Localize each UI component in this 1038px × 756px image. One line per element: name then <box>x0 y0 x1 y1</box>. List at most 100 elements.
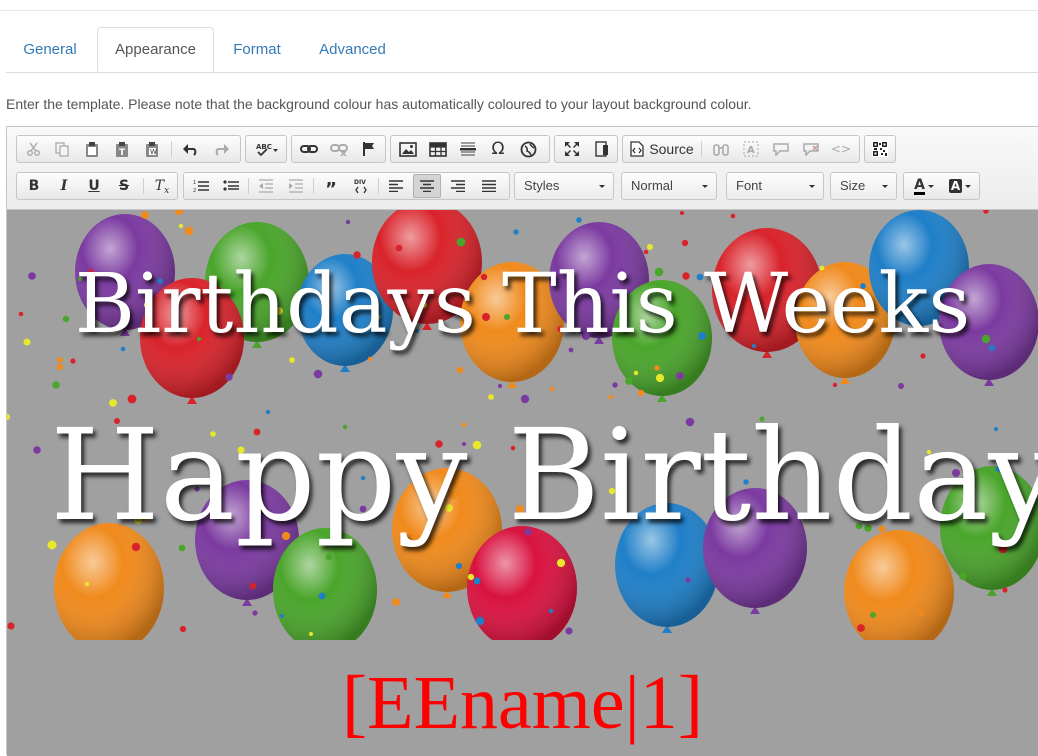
confetti-dot <box>7 622 15 630</box>
confetti-dot <box>612 382 618 388</box>
svg-text:W: W <box>150 148 157 156</box>
align-left-icon[interactable] <box>382 174 410 198</box>
svg-text:T: T <box>119 148 126 158</box>
size-dropdown[interactable]: Size <box>830 172 897 200</box>
view-group <box>554 135 618 163</box>
svg-text:1: 1 <box>193 180 196 186</box>
confetti-dot <box>249 582 257 590</box>
select-all-icon[interactable]: A <box>737 137 765 161</box>
confetti-dot <box>7 413 11 421</box>
blockquote-icon[interactable]: ” <box>317 174 345 200</box>
remove-format-icon[interactable]: Tx <box>148 174 176 198</box>
confetti-dot <box>289 357 295 363</box>
confetti-dot <box>513 229 519 235</box>
tab-bar: General Appearance Format Advanced <box>6 27 1038 73</box>
cut-icon[interactable] <box>21 137 47 161</box>
basic-styles-group: B I U S Tx <box>16 172 178 200</box>
find-icon[interactable] <box>707 137 735 161</box>
unlink-icon[interactable] <box>325 137 353 161</box>
paste-icon[interactable] <box>79 137 105 161</box>
employee-name-placeholder: [EEname|1] <box>341 661 704 745</box>
confetti-dot <box>920 353 926 359</box>
create-placeholder-icon[interactable] <box>767 137 795 161</box>
bulleted-list-icon[interactable] <box>217 174 245 198</box>
confetti-dot <box>455 562 463 570</box>
confetti-dot <box>643 249 649 255</box>
tab-general[interactable]: General <box>6 27 94 72</box>
confetti-dot <box>70 358 76 364</box>
confetti-dot <box>141 211 149 219</box>
confetti-dot <box>676 372 684 380</box>
confetti-dot <box>345 219 351 225</box>
table-icon[interactable] <box>424 137 452 161</box>
redo-icon[interactable] <box>207 137 235 161</box>
qr-code-icon[interactable] <box>868 137 892 161</box>
background-color-button[interactable]: A <box>942 174 978 198</box>
separator <box>143 178 144 194</box>
styles-dropdown-value: Styles <box>524 178 560 193</box>
show-blocks-icon[interactable] <box>588 137 616 161</box>
special-char-icon[interactable]: Ω <box>484 137 512 161</box>
align-center-icon[interactable] <box>413 174 441 198</box>
chevron-down-icon <box>882 185 888 188</box>
confetti-dot <box>52 381 60 389</box>
horizontal-line-icon[interactable] <box>454 137 482 161</box>
confetti-dot <box>680 211 684 215</box>
tab-advanced[interactable]: Advanced <box>302 27 403 72</box>
top-divider <box>0 10 1038 11</box>
numbered-list-icon[interactable]: 12 <box>187 174 215 198</box>
strikethrough-icon[interactable]: S <box>110 174 138 198</box>
confetti-dot <box>1002 587 1008 593</box>
tab-format[interactable]: Format <box>217 27 297 72</box>
bold-icon[interactable]: B <box>20 174 48 198</box>
format-dropdown[interactable]: Normal <box>621 172 717 200</box>
chevron-down-icon <box>809 185 815 188</box>
confetti-dot <box>633 370 639 376</box>
maximize-icon[interactable] <box>558 137 586 161</box>
confetti-dot <box>456 237 466 247</box>
spellcheck-icon[interactable]: ABC <box>249 137 285 161</box>
editor-toolbar: T W ABC Ω Source A <> B I U S T x 1 2 ” … <box>7 127 1038 210</box>
editor-content-area[interactable]: Birthdays This Weeks Happy Birthday [EEn… <box>7 210 1038 756</box>
create-div-icon[interactable]: DIV <box>347 174 375 198</box>
underline-icon[interactable]: U <box>80 174 108 198</box>
confetti-dot <box>392 598 400 606</box>
colors-group: A A <box>903 172 980 200</box>
confetti-dot <box>608 394 614 400</box>
chevron-down-icon <box>702 185 708 188</box>
decrease-indent-icon[interactable] <box>252 174 280 198</box>
italic-icon[interactable]: I <box>50 174 78 198</box>
confetti-dot <box>318 592 326 600</box>
confetti-dot <box>488 394 494 400</box>
confetti-dot <box>56 363 64 371</box>
remove-placeholder-icon[interactable] <box>797 137 825 161</box>
anchor-flag-icon[interactable] <box>355 137 383 161</box>
text-color-icon: A <box>914 176 925 195</box>
size-dropdown-value: Size <box>840 178 866 193</box>
increase-indent-icon[interactable] <box>282 174 310 198</box>
paste-word-icon[interactable]: W <box>139 137 165 161</box>
link-icon[interactable] <box>295 137 323 161</box>
code-snippet-icon[interactable]: <> <box>827 137 855 161</box>
tab-appearance[interactable]: Appearance <box>97 27 214 72</box>
styles-dropdown[interactable]: Styles <box>514 172 614 200</box>
paste-text-icon[interactable]: T <box>109 137 135 161</box>
confetti-dot <box>730 213 736 219</box>
justify-icon[interactable] <box>475 174 503 198</box>
text-color-button[interactable]: A <box>906 174 942 198</box>
undo-icon[interactable] <box>177 137 205 161</box>
copy-icon[interactable] <box>49 137 75 161</box>
confetti-dot <box>898 383 904 389</box>
source-button[interactable]: Source <box>626 137 698 161</box>
font-dropdown[interactable]: Font <box>726 172 824 200</box>
image-icon[interactable] <box>394 137 422 161</box>
confetti-dot <box>179 625 187 633</box>
confetti-dot <box>637 389 645 397</box>
align-right-icon[interactable] <box>444 174 472 198</box>
confetti-dot <box>280 614 284 618</box>
iframe-globe-icon[interactable] <box>514 137 542 161</box>
paragraph-group: 12 ” DIV <box>183 172 510 200</box>
confetti-dot <box>325 553 333 561</box>
confetti-dot <box>367 356 373 362</box>
confetti-dot <box>655 373 665 383</box>
